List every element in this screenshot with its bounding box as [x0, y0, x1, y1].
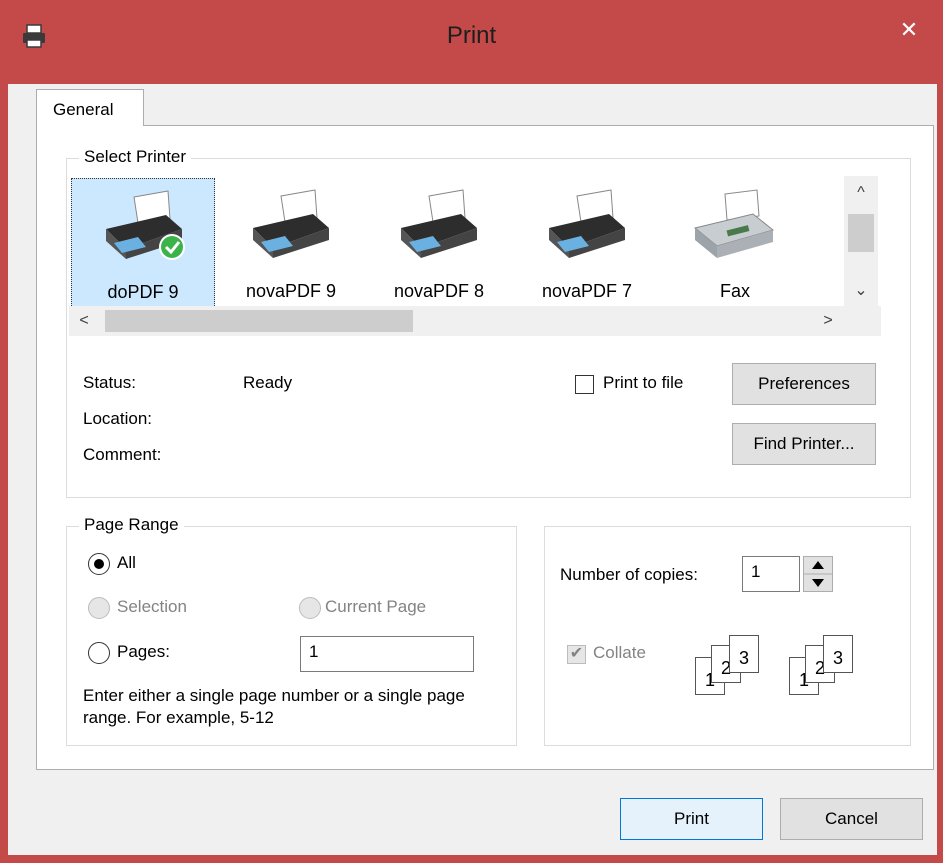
print-button[interactable]: Print — [620, 798, 763, 840]
select-printer-legend: Select Printer — [79, 147, 192, 167]
find-printer-button[interactable]: Find Printer... — [732, 423, 876, 465]
copies-input[interactable]: 1 — [742, 556, 800, 592]
tab-general[interactable]: General — [36, 89, 144, 126]
collate-page-3: 3 — [729, 635, 759, 673]
selection-radio[interactable] — [88, 597, 110, 619]
collate-page-3: 3 — [823, 635, 853, 673]
current-page-label[interactable]: Current Page — [325, 597, 426, 617]
radio-selected-dot — [94, 559, 104, 569]
dialog-client-area: General Select Printer doPDF 9 novaPDF 9… — [8, 84, 937, 855]
status-label: Status: — [83, 373, 136, 392]
comment-label: Comment: — [83, 445, 162, 464]
printer-label: doPDF 9 — [107, 282, 179, 302]
collate-checkbox[interactable]: ✔ — [567, 645, 586, 664]
vertical-scroll-thumb[interactable] — [848, 214, 874, 252]
collate-label[interactable]: Collate — [593, 643, 646, 663]
printer-label: novaPDF 8 — [393, 281, 485, 301]
copies-group: Number of copies: 1 ✔ Collate 1 2 3 1 2 … — [544, 526, 911, 746]
preferences-button[interactable]: Preferences — [732, 363, 876, 405]
all-label[interactable]: All — [117, 553, 136, 573]
dialog-button-bar: Print Cancel — [8, 774, 937, 855]
print-to-file-label[interactable]: Print to file — [603, 373, 683, 393]
printer-item-novapdf-9[interactable]: novaPDF 9 — [219, 178, 363, 306]
fax-icon — [693, 189, 775, 258]
scroll-down-icon[interactable]: ⌄ — [844, 276, 878, 306]
pages-input[interactable]: 1 — [300, 636, 474, 672]
printer-label: novaPDF 9 — [245, 281, 337, 301]
window-title: Print — [446, 22, 497, 49]
printer-icon — [106, 190, 185, 260]
selection-label[interactable]: Selection — [117, 597, 187, 617]
printer-label: Fax — [719, 281, 750, 301]
printer-item-novapdf-7[interactable]: novaPDF 7 — [515, 178, 659, 306]
select-printer-group: Select Printer doPDF 9 novaPDF 9 novaPDF… — [66, 147, 911, 498]
printer-item-fax[interactable]: Fax — [663, 178, 807, 306]
printer-label: novaPDF 7 — [541, 281, 633, 301]
copies-spinner[interactable] — [803, 556, 833, 592]
horizontal-scroll-thumb[interactable] — [105, 310, 413, 332]
printer-icon — [253, 189, 329, 258]
scroll-right-icon[interactable]: > — [813, 306, 843, 336]
current-page-radio[interactable] — [299, 597, 321, 619]
page-range-legend: Page Range — [79, 515, 184, 535]
printer-item-dopdf-9[interactable]: doPDF 9 — [71, 178, 215, 306]
printer-item-novapdf-8[interactable]: novaPDF 8 — [367, 178, 511, 306]
title-bar[interactable]: Print ✕ — [0, 0, 943, 84]
spinner-arrows-icon — [803, 556, 833, 592]
printer-list[interactable]: doPDF 9 novaPDF 9 novaPDF 8 novaPDF 7 Fa… — [69, 176, 881, 306]
print-dialog-window: Print ✕ General Select Printer doPDF 9 n… — [0, 0, 943, 863]
cancel-button[interactable]: Cancel — [780, 798, 923, 840]
pages-label[interactable]: Pages: — [117, 642, 170, 662]
general-tab-panel: Select Printer doPDF 9 novaPDF 9 novaPDF… — [36, 125, 934, 770]
printer-icon — [401, 189, 477, 258]
close-button[interactable]: ✕ — [887, 10, 931, 50]
page-range-hint: Enter either a single page number or a s… — [83, 686, 465, 727]
print-to-file-checkbox[interactable] — [575, 375, 594, 394]
printer-list-vertical-scrollbar[interactable]: ^ ⌄ — [844, 176, 878, 306]
printer-list-horizontal-scrollbar[interactable]: < > — [69, 306, 881, 336]
location-label: Location: — [83, 409, 152, 428]
all-radio[interactable] — [88, 553, 110, 575]
scroll-left-icon[interactable]: < — [69, 306, 99, 336]
page-range-group: Page Range All Selection Current Page Pa… — [66, 515, 517, 746]
scroll-up-icon[interactable]: ^ — [844, 176, 878, 210]
number-of-copies-label: Number of copies: — [560, 565, 698, 584]
printer-icon — [549, 189, 625, 258]
status-value: Ready — [243, 373, 293, 392]
pages-radio[interactable] — [88, 642, 110, 664]
